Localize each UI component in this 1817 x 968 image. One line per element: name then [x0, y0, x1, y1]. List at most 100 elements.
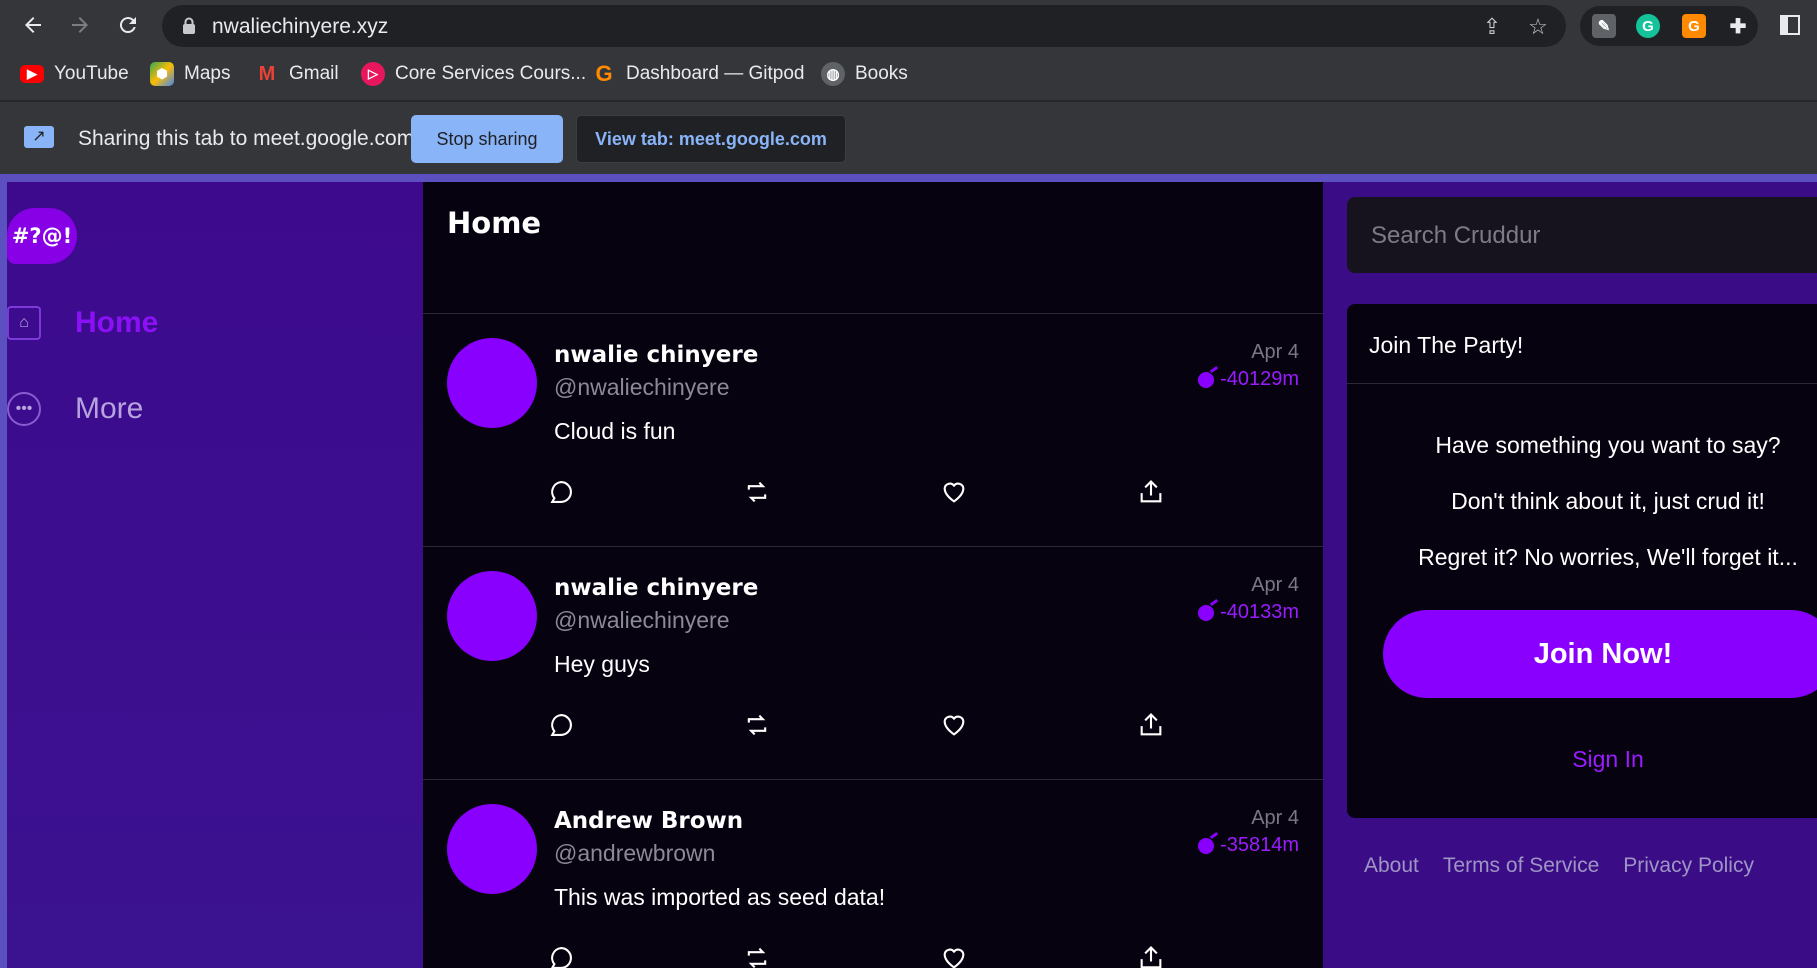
nav-home-label: Home: [75, 306, 159, 339]
more-icon: •••: [7, 392, 41, 426]
repost-icon: [747, 481, 767, 503]
reply-button[interactable]: [547, 711, 577, 741]
web-page: #?@! ⌂ Home ••• More Home nwalie chinyer…: [0, 174, 1817, 968]
join-now-button[interactable]: Join Now!: [1383, 610, 1817, 698]
nav-item-home[interactable]: ⌂ Home: [7, 306, 158, 340]
post-expiry: -40129m: [1198, 368, 1299, 391]
post-item[interactable]: Andrew Brown @andrewbrown This was impor…: [423, 780, 1323, 968]
bookmark-maps[interactable]: ⬢ Maps: [150, 60, 230, 88]
heart-icon: [943, 715, 965, 736]
pen-extension-icon[interactable]: ✎: [1592, 14, 1616, 38]
bookmark-books[interactable]: ◍ Books: [821, 60, 908, 88]
back-button[interactable]: [16, 8, 50, 42]
avatar[interactable]: [447, 338, 537, 428]
nav-more-label: More: [75, 392, 144, 425]
footer-privacy-link[interactable]: Privacy Policy: [1623, 854, 1754, 878]
cruddur-logo[interactable]: #?@!: [7, 208, 77, 264]
left-navigation: #?@! ⌂ Home ••• More: [7, 182, 423, 968]
home-icon: ⌂: [7, 306, 41, 340]
bookmark-star-icon[interactable]: ☆: [1526, 15, 1550, 39]
expiry-text: -40129m: [1220, 368, 1299, 390]
share-page-icon[interactable]: ⇪: [1480, 15, 1504, 39]
post-author-handle[interactable]: @nwaliechinyere: [554, 607, 730, 634]
footer-terms-link[interactable]: Terms of Service: [1443, 854, 1599, 878]
bookmark-gitpod[interactable]: G Dashboard — Gitpod: [592, 60, 805, 88]
repost-button[interactable]: [743, 711, 773, 741]
bookmark-label: Books: [855, 63, 908, 84]
share-icon: [1140, 946, 1162, 968]
sharing-message: Sharing this tab to meet.google.com: [78, 127, 415, 150]
post-date: Apr 4: [1251, 807, 1299, 829]
share-button[interactable]: [1137, 478, 1167, 508]
bookmark-gmail[interactable]: M Gmail: [255, 60, 339, 88]
post-date: Apr 4: [1251, 574, 1299, 596]
post-expiry: -40133m: [1198, 601, 1299, 624]
stop-sharing-button[interactable]: Stop sharing: [411, 115, 563, 163]
share-button[interactable]: [1137, 944, 1167, 968]
share-icon: [1140, 480, 1162, 503]
grammarly-icon[interactable]: G: [1636, 14, 1660, 38]
back-arrow-icon: [25, 17, 41, 33]
like-button[interactable]: [940, 711, 970, 741]
bookmark-label: YouTube: [54, 63, 129, 84]
bookmarks-bar: ▶ YouTube ⬢ Maps M Gmail ▷ Core Services…: [0, 50, 1817, 102]
bomb-icon: [1198, 604, 1215, 621]
forward-button[interactable]: [63, 8, 97, 42]
youtube-icon: ▶: [20, 65, 44, 83]
bookmark-label: Core Services Cours...: [395, 63, 587, 84]
post-author-handle[interactable]: @andrewbrown: [554, 840, 715, 867]
bookmark-label: Dashboard — Gitpod: [626, 63, 805, 84]
globe-icon: ◍: [821, 62, 845, 86]
bookmark-core-services[interactable]: ▷ Core Services Cours...: [361, 60, 586, 88]
address-bar[interactable]: nwaliechinyere.xyz ⇪ ☆: [162, 5, 1566, 47]
post-author-name[interactable]: nwalie chinyere: [554, 342, 758, 368]
screen-share-icon: ↗: [24, 126, 54, 148]
side-panel-icon[interactable]: [1780, 15, 1800, 35]
bookmark-label: Gmail: [289, 63, 339, 84]
post-actions: [547, 944, 1177, 968]
url-text: nwaliechinyere.xyz: [212, 15, 389, 38]
repost-icon: [747, 714, 767, 736]
nav-item-more[interactable]: ••• More: [7, 392, 143, 426]
post-author-handle[interactable]: @nwaliechinyere: [554, 374, 730, 401]
bookmark-youtube[interactable]: ▶ YouTube: [20, 60, 129, 88]
reply-button[interactable]: [547, 478, 577, 508]
bomb-icon: [1198, 837, 1215, 854]
puzzle-extensions-icon[interactable]: ✚: [1726, 14, 1750, 38]
avatar[interactable]: [447, 804, 537, 894]
party-title: Join The Party!: [1347, 304, 1817, 384]
post-item[interactable]: nwalie chinyere @nwaliechinyere Cloud is…: [423, 314, 1323, 547]
search-input[interactable]: Search Cruddur: [1347, 197, 1817, 273]
sign-in-link[interactable]: Sign In: [1347, 746, 1817, 773]
reply-button[interactable]: [547, 944, 577, 968]
browser-toolbar: nwaliechinyere.xyz ⇪ ☆ ✎ G G ✚: [0, 0, 1817, 50]
gitpod-extension-icon[interactable]: G: [1682, 14, 1706, 38]
gitpod-icon: G: [595, 61, 613, 86]
post-author-name[interactable]: nwalie chinyere: [554, 575, 758, 601]
footer-links: About Terms of Service Privacy Policy: [1364, 854, 1754, 878]
tab-sharing-bar: ↗ Sharing this tab to meet.google.com St…: [0, 102, 1817, 174]
search-placeholder: Search Cruddur: [1371, 222, 1541, 249]
like-button[interactable]: [940, 478, 970, 508]
post-author-name[interactable]: Andrew Brown: [554, 808, 743, 834]
footer-about-link[interactable]: About: [1364, 854, 1419, 878]
bomb-icon: [1198, 371, 1215, 388]
gmail-icon: M: [258, 62, 276, 85]
repost-button[interactable]: [743, 944, 773, 968]
share-icon: [1140, 713, 1162, 736]
view-tab-button[interactable]: View tab: meet.google.com: [576, 115, 846, 163]
forward-arrow-icon: [72, 17, 88, 33]
reload-button[interactable]: [111, 8, 145, 42]
avatar[interactable]: [447, 571, 537, 661]
party-line-2: Don't think about it, just crud it!: [1451, 488, 1765, 514]
repost-button[interactable]: [743, 478, 773, 508]
bookmark-label: Maps: [184, 63, 231, 84]
post-item[interactable]: nwalie chinyere @nwaliechinyere Hey guys…: [423, 547, 1323, 780]
course-icon: ▷: [361, 62, 385, 86]
join-party-card: Join The Party! Have something you want …: [1347, 304, 1817, 818]
post-actions: [547, 711, 1177, 741]
reply-icon: [550, 481, 572, 503]
like-button[interactable]: [940, 944, 970, 968]
feed-header: Home: [423, 182, 1323, 314]
share-button[interactable]: [1137, 711, 1167, 741]
